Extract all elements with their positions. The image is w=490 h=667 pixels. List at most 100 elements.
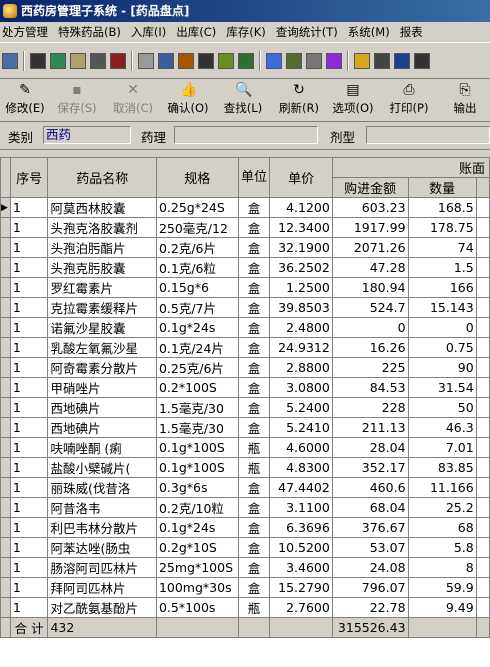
cell-price[interactable]: 39.8503 (269, 297, 333, 318)
cell-qty[interactable]: 25.2 (407, 497, 477, 518)
shopping-icon[interactable] (110, 53, 126, 69)
cell-seq[interactable]: 1 (9, 477, 49, 498)
cell-unit[interactable]: 盒 (237, 317, 271, 338)
cell-name[interactable]: 利巴韦林分散片 (47, 517, 157, 538)
pharmacology-field[interactable] (174, 126, 318, 144)
menu-prescription[interactable]: 处方管理 (0, 22, 53, 42)
cell-spec[interactable]: 0.1g*24s (155, 317, 239, 338)
cell-qty[interactable]: 8 (407, 557, 477, 578)
table-row[interactable]: 1 盐酸小檗碱片(0.1g*100S 瓶 4.8300 352.17 83.85 (0, 457, 490, 478)
table-row[interactable]: 1 诺氟沙星胶囊 0.1g*24s 盒 2.4800 0 0 (0, 317, 490, 338)
cell-qty[interactable]: 90 (407, 357, 477, 378)
cell-unit[interactable]: 盒 (237, 257, 271, 278)
cell-unit[interactable]: 盒 (237, 417, 271, 438)
checkbox-icon[interactable] (198, 53, 214, 69)
cell-unit[interactable]: 盒 (237, 497, 271, 518)
cell-seq[interactable]: 1 (9, 497, 49, 518)
cell-seq[interactable]: 1 (9, 237, 49, 258)
cell-name[interactable]: 诺氟沙星胶囊 (47, 317, 157, 338)
cell-amount[interactable]: 68.04 (331, 497, 409, 518)
table-row[interactable]: 1 丽珠威(伐昔洛 0.3g*6s 盒 47.4402 460.6 11.166 (0, 477, 490, 498)
cell-name[interactable]: 头孢克肟胶囊 (47, 257, 157, 278)
cell-name[interactable]: 西地碘片 (47, 417, 157, 438)
cell-seq[interactable]: 1 (9, 397, 49, 418)
cell-qty[interactable]: 1.5 (407, 257, 477, 278)
cell-qty[interactable]: 74 (407, 237, 477, 258)
bell-icon[interactable] (354, 53, 370, 69)
cell-spec[interactable]: 0.2克/6片 (155, 237, 239, 258)
cell-amount[interactable]: 225 (331, 357, 409, 378)
cell-price[interactable]: 6.3696 (269, 517, 333, 538)
cell-price[interactable]: 5.2410 (269, 417, 333, 438)
cell-qty[interactable]: 11.166 (407, 477, 477, 498)
col-header-name[interactable]: 药品名称 (47, 157, 157, 198)
cell-qty[interactable]: 178.75 (407, 217, 477, 238)
cell-spec[interactable]: 0.1克/24片 (155, 337, 239, 358)
table-row[interactable]: 1 头孢泊肟酯片 0.2克/6片盒 32.1900 2071.26 74 (0, 237, 490, 258)
table-row[interactable]: 1 阿奇霉素分散片 0.25克/6片盒 2.8800 225 90 (0, 357, 490, 378)
cell-amount[interactable]: 16.26 (331, 337, 409, 358)
table-row[interactable]: 1 西地碘片 1.5毫克/30 盒 5.2410 211.13 46.3 (0, 417, 490, 438)
cell-price[interactable]: 32.1900 (269, 237, 333, 258)
form-icon[interactable] (266, 53, 282, 69)
cell-spec[interactable]: 0.1克/6粒 (155, 257, 239, 278)
cell-name[interactable]: 阿昔洛韦 (47, 497, 157, 518)
cell-name[interactable]: 拜阿司匹林片 (47, 577, 157, 598)
table-icon[interactable] (326, 53, 342, 69)
cell-unit[interactable]: 盒 (237, 397, 271, 418)
table-row[interactable]: 1 乳酸左氧氟沙星 0.1克/24片盒 24.9312 16.26 0.75 (0, 337, 490, 358)
card-icon[interactable] (158, 53, 174, 69)
cell-unit[interactable]: 盒 (237, 237, 271, 258)
cell-name[interactable]: 西地碘片 (47, 397, 157, 418)
bag-icon[interactable] (30, 53, 46, 69)
cell-unit[interactable]: 盒 (237, 337, 271, 358)
list-icon[interactable] (286, 53, 302, 69)
menu-system[interactable]: 系统(M) (343, 22, 395, 42)
dosage-form-field[interactable] (366, 126, 490, 144)
save-button[interactable]: ▪ 保存(S) (52, 79, 102, 121)
cell-unit[interactable]: 盒 (237, 537, 271, 558)
cell-price[interactable]: 12.3400 (269, 217, 333, 238)
cell-qty[interactable]: 68 (407, 517, 477, 538)
cell-spec[interactable]: 0.5克/7片 (155, 297, 239, 318)
col-header-seq[interactable]: 序号 (9, 157, 49, 198)
cell-amount[interactable]: 352.17 (331, 457, 409, 478)
cell-unit[interactable]: 盒 (237, 477, 271, 498)
cell-price[interactable]: 4.6000 (269, 437, 333, 458)
cell-unit[interactable]: 盒 (237, 217, 271, 238)
cell-unit[interactable]: 盒 (237, 277, 271, 298)
table-row[interactable]: 1 罗红霉素片 0.15g*6 盒 1.2500 180.94 166 (0, 277, 490, 298)
cell-seq[interactable]: 1 (9, 357, 49, 378)
cell-price[interactable]: 4.8300 (269, 457, 333, 478)
cell-seq[interactable]: 1 (9, 597, 49, 618)
cell-name[interactable]: 阿莫西林胶囊 (47, 197, 157, 218)
cell-price[interactable]: 2.8800 (269, 357, 333, 378)
menu-reports[interactable]: 报表 (395, 22, 428, 42)
print-button[interactable]: ⎙ 打印(P) (384, 79, 434, 121)
cell-seq[interactable]: 1 (9, 317, 49, 338)
cell-name[interactable]: 阿苯达唑(肠虫 (47, 537, 157, 558)
table-row[interactable]: 1 拜阿司匹林片 100mg*30s 盒 15.2790 796.07 59.9 (0, 577, 490, 598)
cell-spec[interactable]: 0.1g*100S (155, 457, 239, 478)
cell-name[interactable]: 乳酸左氧氟沙星 (47, 337, 157, 358)
clipboard-icon[interactable] (218, 53, 234, 69)
cell-qty[interactable]: 168.5 (407, 197, 477, 218)
cell-seq[interactable]: 1 (9, 337, 49, 358)
menu-stock-out[interactable]: 出库(C) (171, 22, 221, 42)
cell-amount[interactable]: 0 (331, 317, 409, 338)
cell-spec[interactable]: 25mg*100S (155, 557, 239, 578)
cell-name[interactable]: 甲硝唑片 (47, 377, 157, 398)
cell-seq[interactable]: 1 (9, 537, 49, 558)
cell-price[interactable]: 4.1200 (269, 197, 333, 218)
cell-amount[interactable]: 796.07 (331, 577, 409, 598)
cell-qty[interactable]: 83.85 (407, 457, 477, 478)
cell-price[interactable]: 1.2500 (269, 277, 333, 298)
refresh-button[interactable]: ↻ 刷新(R) (274, 79, 324, 121)
cell-name[interactable]: 克拉霉素缓释片 (47, 297, 157, 318)
cell-spec[interactable]: 0.1g*24s (155, 517, 239, 538)
cell-price[interactable]: 15.2790 (269, 577, 333, 598)
cell-seq[interactable]: 1 (9, 257, 49, 278)
cell-spec[interactable]: 250毫克/12 (155, 217, 239, 238)
cell-seq[interactable]: 1 (9, 557, 49, 578)
cell-amount[interactable]: 24.08 (331, 557, 409, 578)
